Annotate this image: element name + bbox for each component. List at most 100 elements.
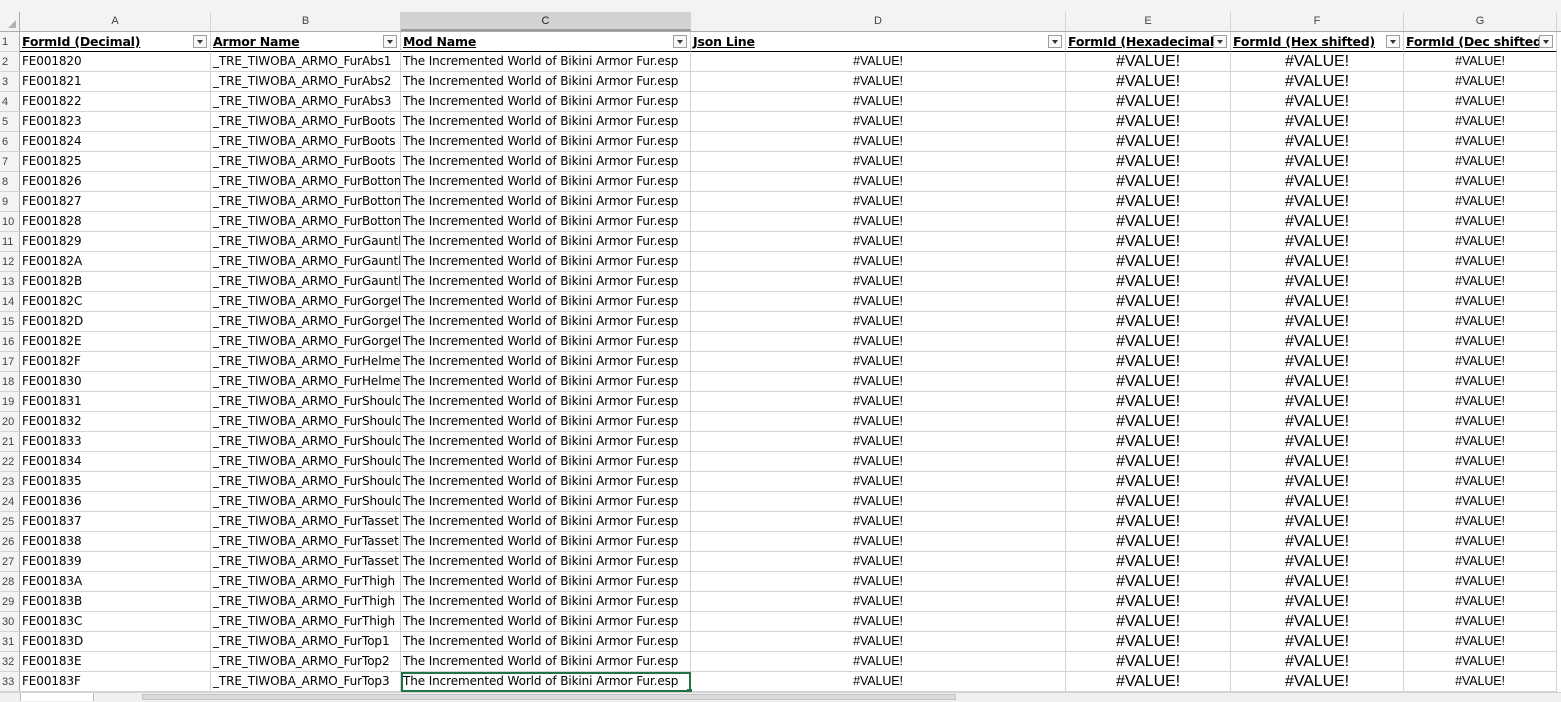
row-number[interactable]: 2 <box>0 52 20 72</box>
cell-formid-hex-shifted[interactable]: #VALUE! <box>1231 512 1404 532</box>
cell-formid-dec-shifted[interactable]: #VALUE! <box>1404 672 1557 692</box>
cell-json-line[interactable]: #VALUE! <box>691 272 1066 292</box>
cell-mod-name[interactable]: The Incremented World of Bikini Armor Fu… <box>401 252 691 272</box>
cell-formid-hex[interactable]: #VALUE! <box>1066 672 1231 692</box>
row-number[interactable]: 32 <box>0 652 20 672</box>
row-number[interactable]: 10 <box>0 212 20 232</box>
cell-formid-hex[interactable]: #VALUE! <box>1066 232 1231 252</box>
cell-armor-name[interactable]: _TRE_TIWOBA_ARMO_FurAbs2 <box>211 72 401 92</box>
cell-formid-hex[interactable]: #VALUE! <box>1066 92 1231 112</box>
row-number[interactable]: 8 <box>0 172 20 192</box>
cell-formid-hex-shifted[interactable]: #VALUE! <box>1231 592 1404 612</box>
column-header-c[interactable]: C <box>401 12 691 31</box>
cell-formid-hex-shifted[interactable]: #VALUE! <box>1231 412 1404 432</box>
cell-formid-dec-shifted[interactable]: #VALUE! <box>1404 272 1557 292</box>
cell-formid-dec-shifted[interactable]: #VALUE! <box>1404 492 1557 512</box>
row-number[interactable]: 25 <box>0 512 20 532</box>
cell-json-line[interactable]: #VALUE! <box>691 652 1066 672</box>
cell-mod-name[interactable]: The Incremented World of Bikini Armor Fu… <box>401 552 691 572</box>
cell-formid-decimal[interactable]: FE00182D <box>20 312 211 332</box>
cell-formid-hex-shifted[interactable]: #VALUE! <box>1231 632 1404 652</box>
cell-formid-hex-shifted[interactable]: #VALUE! <box>1231 72 1404 92</box>
cell-formid-hex-shifted[interactable]: #VALUE! <box>1231 572 1404 592</box>
row-number[interactable]: 18 <box>0 372 20 392</box>
cell-formid-decimal[interactable]: FE001835 <box>20 472 211 492</box>
row-number[interactable]: 13 <box>0 272 20 292</box>
cell-mod-name[interactable]: The Incremented World of Bikini Armor Fu… <box>401 492 691 512</box>
cell-armor-name[interactable]: _TRE_TIWOBA_ARMO_FurBoots <box>211 152 401 172</box>
cell-mod-name[interactable]: The Incremented World of Bikini Armor Fu… <box>401 212 691 232</box>
cell-formid-hex[interactable]: #VALUE! <box>1066 352 1231 372</box>
cell-formid-hex[interactable]: #VALUE! <box>1066 612 1231 632</box>
cell-formid-hex[interactable]: #VALUE! <box>1066 272 1231 292</box>
cell-formid-hex[interactable]: #VALUE! <box>1066 392 1231 412</box>
cell-formid-hex[interactable]: #VALUE! <box>1066 632 1231 652</box>
cell-formid-decimal[interactable]: FE00182F <box>20 352 211 372</box>
cell-formid-decimal[interactable]: FE00182B <box>20 272 211 292</box>
header-cell-formid-hex-shifted[interactable]: FormId (Hex shifted) <box>1231 32 1404 52</box>
cell-formid-hex[interactable]: #VALUE! <box>1066 572 1231 592</box>
cell-formid-dec-shifted[interactable]: #VALUE! <box>1404 592 1557 612</box>
cell-mod-name[interactable]: The Incremented World of Bikini Armor Fu… <box>401 232 691 252</box>
row-number[interactable]: 22 <box>0 452 20 472</box>
cell-mod-name[interactable]: The Incremented World of Bikini Armor Fu… <box>401 312 691 332</box>
cell-formid-dec-shifted[interactable]: #VALUE! <box>1404 572 1557 592</box>
cell-armor-name[interactable]: _TRE_TIWOBA_ARMO_FurGauntlets <box>211 272 401 292</box>
cell-mod-name[interactable]: The Incremented World of Bikini Armor Fu… <box>401 392 691 412</box>
cell-armor-name[interactable]: _TRE_TIWOBA_ARMO_FurThigh <box>211 592 401 612</box>
cell-formid-decimal[interactable]: FE001827 <box>20 192 211 212</box>
select-all-corner[interactable] <box>0 12 20 31</box>
cell-formid-dec-shifted[interactable]: #VALUE! <box>1404 412 1557 432</box>
cell-formid-dec-shifted[interactable]: #VALUE! <box>1404 212 1557 232</box>
cell-formid-hex[interactable]: #VALUE! <box>1066 492 1231 512</box>
row-number[interactable]: 28 <box>0 572 20 592</box>
cell-mod-name[interactable]: The Incremented World of Bikini Armor Fu… <box>401 532 691 552</box>
cell-json-line[interactable]: #VALUE! <box>691 552 1066 572</box>
cell-formid-dec-shifted[interactable]: #VALUE! <box>1404 452 1557 472</box>
cell-json-line[interactable]: #VALUE! <box>691 612 1066 632</box>
cell-armor-name[interactable]: _TRE_TIWOBA_ARMO_FurHelmet <box>211 372 401 392</box>
cell-formid-hex[interactable]: #VALUE! <box>1066 532 1231 552</box>
cell-mod-name[interactable]: The Incremented World of Bikini Armor Fu… <box>401 152 691 172</box>
cell-mod-name[interactable]: The Incremented World of Bikini Armor Fu… <box>401 352 691 372</box>
row-number[interactable]: 3 <box>0 72 20 92</box>
cell-formid-dec-shifted[interactable]: #VALUE! <box>1404 152 1557 172</box>
cell-mod-name[interactable]: The Incremented World of Bikini Armor Fu… <box>401 652 691 672</box>
row-number[interactable]: 1 <box>0 32 20 52</box>
cell-formid-hex-shifted[interactable]: #VALUE! <box>1231 212 1404 232</box>
cell-json-line[interactable]: #VALUE! <box>691 252 1066 272</box>
cell-formid-decimal[interactable]: FE00183A <box>20 572 211 592</box>
filter-dropdown-icon[interactable] <box>1539 35 1553 48</box>
cell-formid-hex-shifted[interactable]: #VALUE! <box>1231 352 1404 372</box>
row-number[interactable]: 16 <box>0 332 20 352</box>
cell-formid-decimal[interactable]: FE001821 <box>20 72 211 92</box>
cell-formid-hex[interactable]: #VALUE! <box>1066 472 1231 492</box>
cell-json-line[interactable]: #VALUE! <box>691 392 1066 412</box>
cell-formid-decimal[interactable]: FE001825 <box>20 152 211 172</box>
row-number[interactable]: 4 <box>0 92 20 112</box>
row-number[interactable]: 30 <box>0 612 20 632</box>
cell-mod-name[interactable]: The Incremented World of Bikini Armor Fu… <box>401 332 691 352</box>
cell-formid-hex[interactable]: #VALUE! <box>1066 512 1231 532</box>
cell-formid-decimal[interactable]: FE00182E <box>20 332 211 352</box>
cell-formid-hex-shifted[interactable]: #VALUE! <box>1231 272 1404 292</box>
cell-armor-name[interactable]: _TRE_TIWOBA_ARMO_FurGorget <box>211 312 401 332</box>
cell-formid-hex-shifted[interactable]: #VALUE! <box>1231 172 1404 192</box>
cell-mod-name[interactable]: The Incremented World of Bikini Armor Fu… <box>401 452 691 472</box>
cell-formid-dec-shifted[interactable]: #VALUE! <box>1404 352 1557 372</box>
filter-dropdown-icon[interactable] <box>1048 35 1062 48</box>
row-number[interactable]: 12 <box>0 252 20 272</box>
cell-formid-hex-shifted[interactable]: #VALUE! <box>1231 292 1404 312</box>
cell-mod-name[interactable]: The Incremented World of Bikini Armor Fu… <box>401 292 691 312</box>
cell-json-line[interactable]: #VALUE! <box>691 112 1066 132</box>
cell-json-line[interactable]: #VALUE! <box>691 432 1066 452</box>
cell-formid-hex-shifted[interactable]: #VALUE! <box>1231 452 1404 472</box>
cell-mod-name[interactable]: The Incremented World of Bikini Armor Fu… <box>401 592 691 612</box>
cell-formid-hex[interactable]: #VALUE! <box>1066 292 1231 312</box>
cell-formid-hex-shifted[interactable]: #VALUE! <box>1231 132 1404 152</box>
cell-armor-name[interactable]: _TRE_TIWOBA_ARMO_FurAbs3 <box>211 92 401 112</box>
cell-formid-decimal[interactable]: FE00183D <box>20 632 211 652</box>
cell-formid-decimal[interactable]: FE001826 <box>20 172 211 192</box>
cell-formid-hex-shifted[interactable]: #VALUE! <box>1231 92 1404 112</box>
column-header-e[interactable]: E <box>1066 12 1231 31</box>
